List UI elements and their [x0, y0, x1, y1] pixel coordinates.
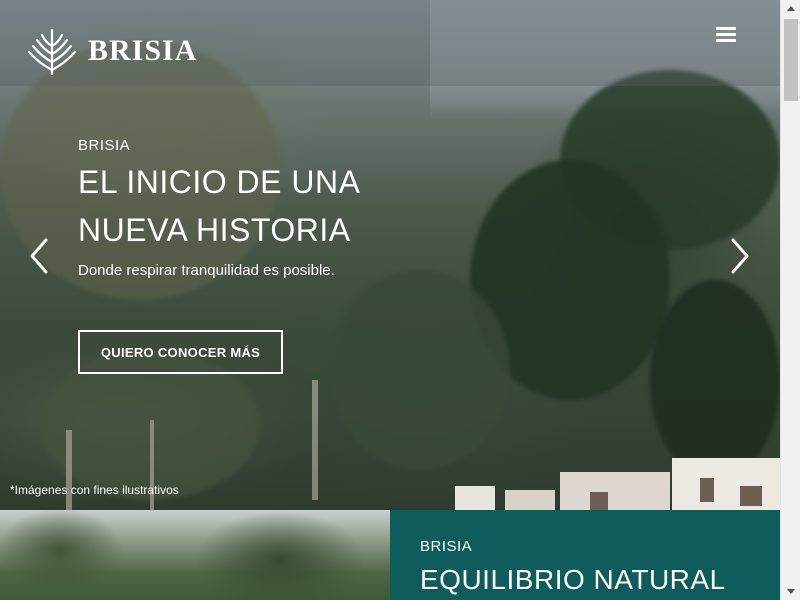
brand-name: BRISIA [88, 34, 198, 67]
chevron-left-icon[interactable] [26, 236, 52, 276]
wheat-leaf-logo-icon [27, 28, 77, 76]
hero-tree-foliage [650, 280, 780, 480]
chevron-right-icon[interactable] [727, 236, 753, 276]
hero-house [672, 458, 780, 510]
hero-tree-foliage [330, 270, 510, 470]
section-title: EQUILIBRIO NATURAL [420, 564, 726, 595]
section-photo [0, 510, 390, 600]
hero-house-window [740, 486, 762, 506]
know-more-button[interactable]: QUIERO CONOCER MÁS [78, 330, 283, 374]
brand-logo-link[interactable]: BRISIA [26, 26, 197, 76]
top-nav-bar: BRISIA [0, 0, 780, 86]
section-panel: BRISIA EQUILIBRIO NATURAL [390, 510, 780, 600]
scroll-down-arrow-icon[interactable] [781, 583, 800, 600]
hero-subtitle: Donde respirar tranquilidad es posible. [78, 262, 335, 279]
hero-eyebrow: BRISIA [78, 137, 131, 154]
section-eyebrow: BRISIA [420, 538, 473, 555]
hero-headline-line2: NUEVA HISTORIA [78, 212, 351, 248]
hero-house [505, 490, 555, 510]
scrollbar-thumb[interactable] [784, 19, 798, 101]
hero-tree-trunk [66, 430, 72, 510]
menu-line [716, 39, 736, 42]
hero-house-window [590, 492, 608, 510]
hero-banner: BRISIA BRISIA EL INICIO DE UNA NUEVA HIS… [0, 0, 780, 510]
hero-tree-trunk [312, 380, 318, 500]
scroll-up-arrow-icon[interactable] [781, 0, 800, 17]
hero-headline: EL INICIO DE UNA NUEVA HISTORIA [78, 158, 478, 254]
menu-line [716, 27, 736, 30]
hero-house [560, 472, 670, 510]
hamburger-menu-icon[interactable] [716, 27, 736, 43]
hero-headline-line1: EL INICIO DE UNA [78, 164, 361, 200]
image-disclaimer: *Imágenes con fines ilustrativos [10, 483, 179, 497]
page-scrollbar[interactable] [780, 0, 800, 600]
hero-house [455, 486, 495, 510]
hero-house-window [700, 478, 714, 502]
menu-line [716, 33, 736, 36]
